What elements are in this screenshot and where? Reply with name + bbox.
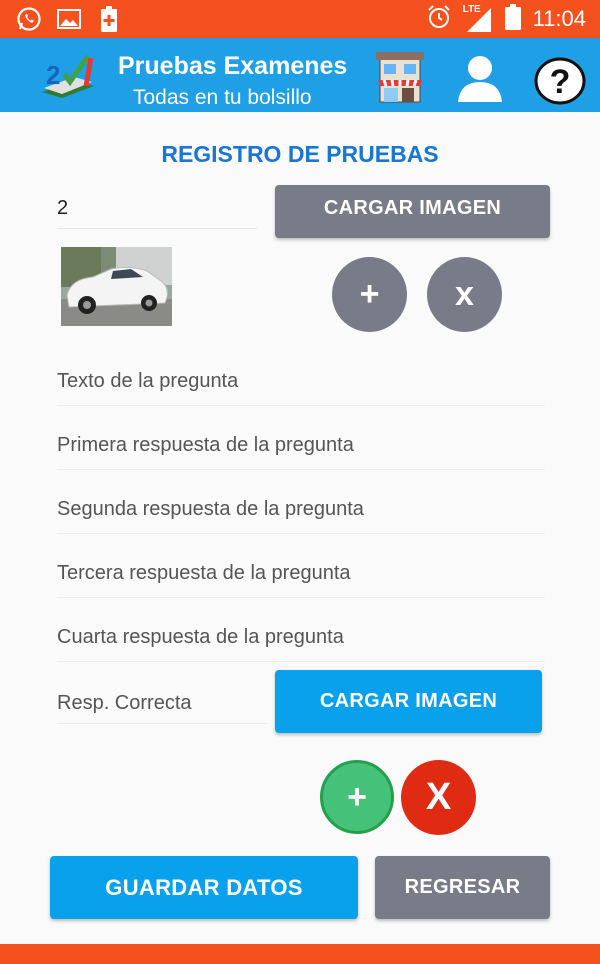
answer-4-input[interactable]: Cuarta respuesta de la pregunta — [57, 620, 545, 662]
question-image — [61, 247, 172, 326]
app-logo-icon: 2 — [40, 48, 96, 100]
load-image-button[interactable]: CARGAR IMAGEN — [275, 185, 550, 238]
alarm-icon — [427, 4, 451, 34]
gallery-icon — [56, 6, 82, 32]
save-button[interactable]: GUARDAR DATOS — [50, 856, 358, 919]
bottom-bar — [0, 944, 600, 964]
answer-1-input[interactable]: Primera respuesta de la pregunta — [57, 428, 545, 470]
test-number-field[interactable]: 2 — [57, 197, 257, 229]
store-icon[interactable] — [374, 50, 426, 106]
answer-3-input[interactable]: Tercera respuesta de la pregunta — [57, 556, 545, 598]
answer-2-input[interactable]: Segunda respuesta de la pregunta — [57, 492, 545, 534]
question-text-input[interactable]: Texto de la pregunta — [57, 364, 545, 406]
back-button[interactable]: REGRESAR — [375, 856, 550, 919]
add-answer-button[interactable]: + — [320, 760, 394, 834]
page-title: REGISTRO DE PRUEBAS — [161, 141, 439, 167]
correct-answer-input[interactable]: Resp. Correcta — [57, 692, 267, 724]
remove-answer-button[interactable]: X — [401, 760, 476, 835]
whatsapp-icon — [16, 6, 42, 32]
svg-text:2: 2 — [46, 60, 60, 90]
battery-icon — [504, 3, 521, 35]
add-image-button[interactable]: + — [332, 257, 407, 332]
app-bar: 2 Pruebas Examenes Todas en tu bolsillo … — [0, 38, 600, 112]
clock: 11:04 — [532, 6, 586, 31]
help-icon[interactable]: ? — [534, 56, 586, 106]
svg-text:?: ? — [550, 63, 571, 101]
signal-icon: LTE — [463, 4, 493, 32]
load-image-button-2[interactable]: CARGAR IMAGEN — [275, 670, 542, 733]
app-subtitle: Todas en tu bolsillo — [133, 86, 312, 109]
remove-image-button[interactable]: x — [427, 257, 502, 332]
battery-saver-icon — [96, 6, 122, 32]
user-icon[interactable] — [456, 52, 504, 102]
app-title: Pruebas Examenes — [118, 52, 348, 80]
status-bar: LTE 11:04 — [0, 0, 600, 38]
